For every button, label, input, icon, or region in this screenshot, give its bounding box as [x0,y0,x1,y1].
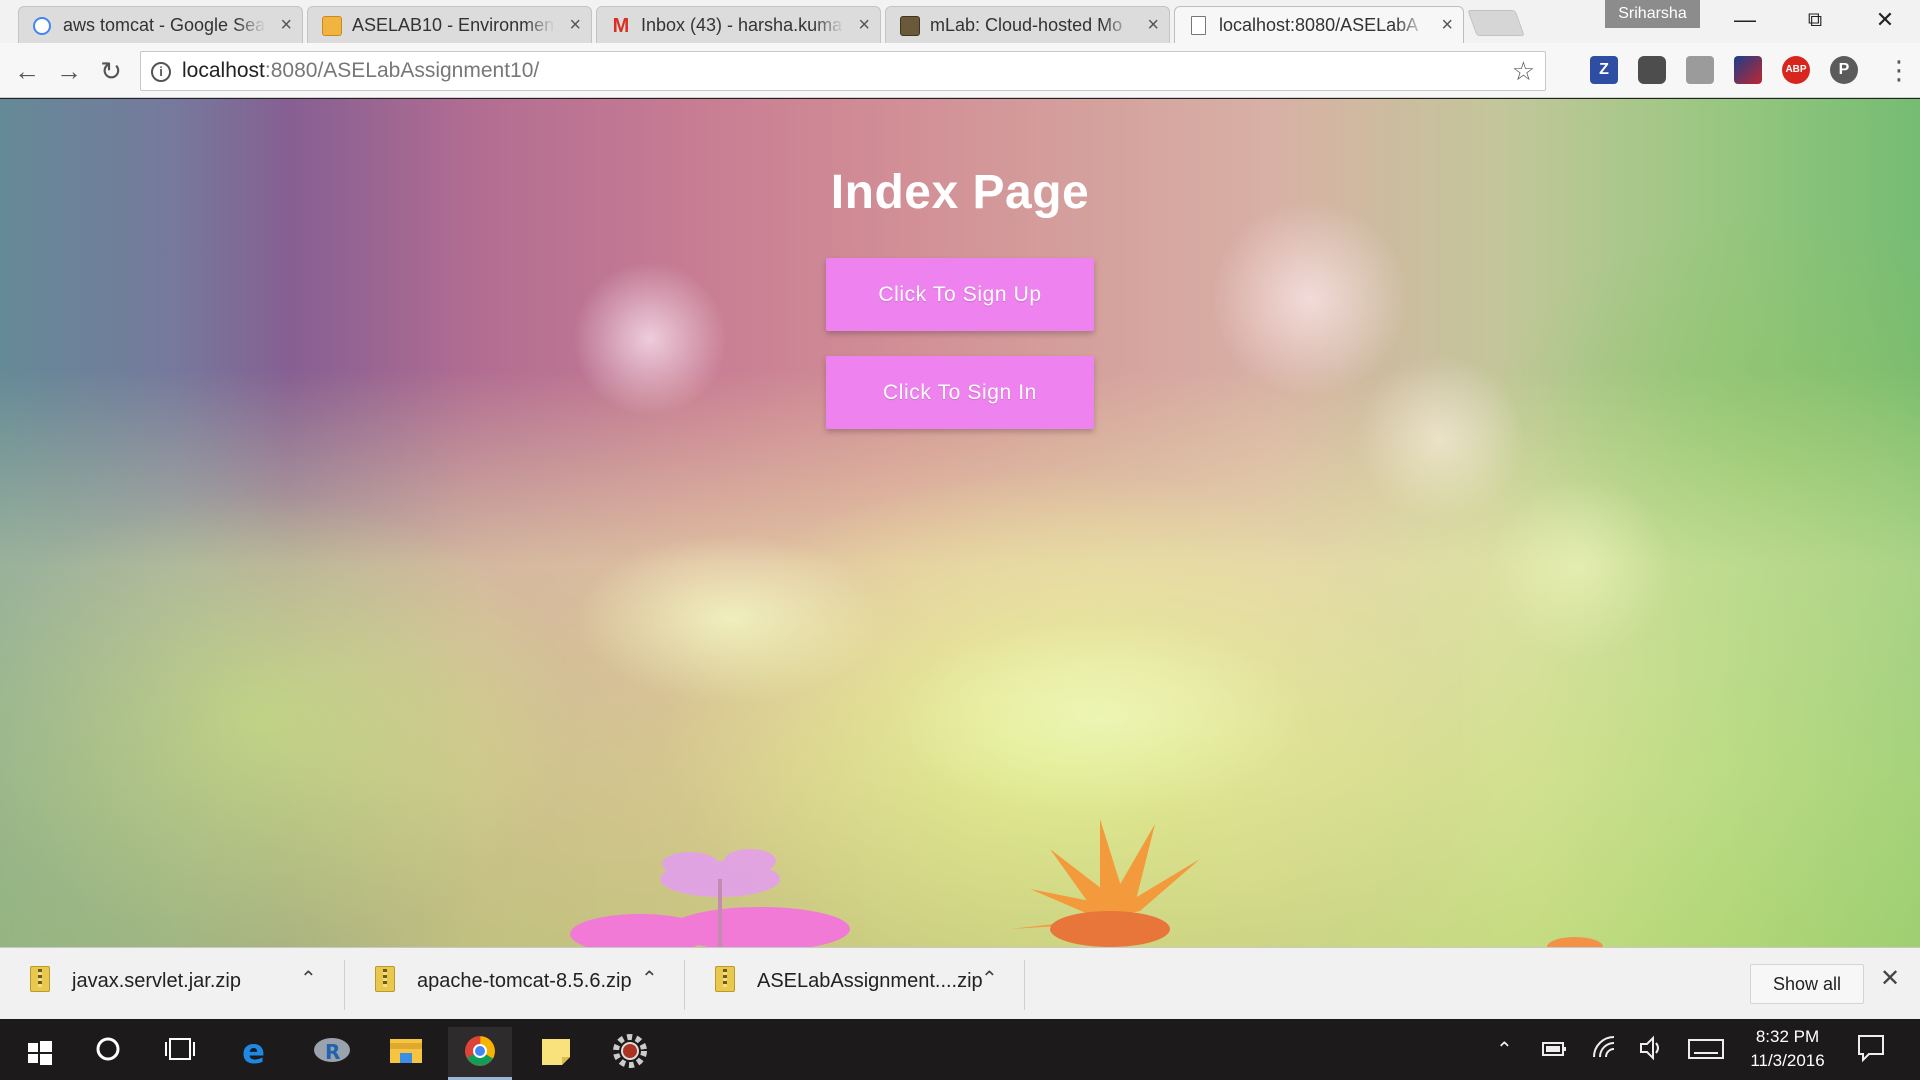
show-all-button[interactable]: Show all [1750,964,1864,1004]
sign-in-button[interactable]: Click To Sign In [826,356,1094,429]
download-bar: javax.servlet.jar.zip ⌃ apache-tomcat-8.… [0,947,1920,1019]
chevron-up-icon[interactable]: ⌃ [981,966,998,991]
minimize-icon[interactable]: — [1710,0,1780,43]
aws-box-icon [322,16,342,36]
edge-browser-icon[interactable]: e [224,1027,288,1080]
keeper-icon[interactable] [1638,56,1666,84]
download-item[interactable]: apache-tomcat-8.5.6.zip ⌃ [345,960,685,1010]
download-filename: javax.servlet.jar.zip [72,970,241,992]
battery-icon[interactable] [1542,1039,1568,1059]
google-icon [33,17,51,35]
close-icon[interactable]: × [1147,7,1159,43]
orange-flower-small-image [1547,937,1603,947]
zotero-icon[interactable]: Z [1590,56,1618,84]
pink-flowers-image [570,849,850,947]
close-icon[interactable]: × [1441,7,1453,43]
windows-taskbar: e R ⌃ 8:32 PM 11/3/2016 [0,1019,1920,1080]
close-icon[interactable]: ✕ [1880,964,1900,993]
keyboard-icon[interactable] [1688,1039,1724,1059]
url-text[interactable]: localhost:8080/ASELabAssignment10/ [182,52,539,90]
background-vignette [0,99,1920,947]
url-host: localhost [182,59,265,82]
close-icon[interactable]: × [569,7,581,43]
back-arrow-icon[interactable]: ← [10,55,44,89]
task-view-icon[interactable] [148,1027,212,1080]
url-path: :8080/ASELabAssignment10/ [264,59,540,82]
tab-label: ASELAB10 - Environment [352,15,555,35]
reload-icon[interactable]: ↻ [94,55,128,89]
tab-localhost-active[interactable]: localhost:8080/ASELabA × [1174,6,1464,43]
tab-label: mLab: Cloud-hosted Mo [930,15,1123,35]
download-filename: apache-tomcat-8.5.6.zip [417,970,632,992]
zip-file-icon [375,966,395,992]
tab-gmail-inbox[interactable]: M Inbox (43) - harsha.kuma × [596,6,881,43]
tab-label: Inbox (43) - harsha.kuma [641,15,843,35]
chevron-up-icon[interactable]: ⌃ [641,966,658,991]
close-icon[interactable]: × [858,7,870,43]
tab-label: aws tomcat - Google Sea [63,15,266,35]
orange-flower-image [1010,819,1200,947]
sign-up-button[interactable]: Click To Sign Up [826,258,1094,331]
pushbullet-icon[interactable]: P [1830,56,1858,84]
window-close-icon[interactable]: ✕ [1850,0,1920,43]
gmail-icon: M [612,15,630,37]
page-title: Index Page [830,166,1090,219]
new-tab-button[interactable] [1467,10,1525,36]
system-clock[interactable]: 8:32 PM 11/3/2016 [1720,1025,1855,1073]
camera-icon[interactable] [1686,56,1714,84]
menu-dots-icon[interactable]: ⋮ [1886,55,1912,86]
profile-name[interactable]: Sriharsha [1605,0,1700,28]
address-bar[interactable]: i localhost:8080/ASELabAssignment10/ ☆ [140,51,1546,91]
action-center-icon[interactable] [1856,1033,1886,1063]
extension-icon[interactable] [1734,56,1762,84]
volume-icon[interactable] [1638,1035,1664,1061]
tab-mlab[interactable]: mLab: Cloud-hosted Mo × [885,6,1170,43]
r-studio-icon[interactable]: R [300,1027,364,1080]
svg-text:R: R [325,1040,340,1064]
settings-gear-icon[interactable] [598,1027,662,1080]
close-icon[interactable]: × [280,7,292,43]
cortana-icon[interactable] [76,1027,140,1080]
zip-file-icon [715,966,735,992]
clock-date: 11/3/2016 [1750,1051,1825,1070]
clock-time: 8:32 PM [1755,1027,1820,1046]
download-item[interactable]: ASELabAssignment....zip ⌃ [685,960,1025,1010]
file-explorer-icon[interactable] [374,1027,438,1080]
chevron-up-icon[interactable]: ⌃ [1496,1037,1513,1062]
browser-toolbar: ← → ↻ i localhost:8080/ASELabAssignment1… [0,43,1920,98]
download-item[interactable]: javax.servlet.jar.zip ⌃ [0,960,345,1010]
page-icon [1191,16,1206,35]
adblock-plus-icon[interactable]: ABP [1782,56,1810,84]
tab-label: localhost:8080/ASELabA [1219,15,1419,35]
chrome-icon[interactable] [448,1027,512,1080]
chevron-up-icon[interactable]: ⌃ [300,966,317,991]
wifi-icon[interactable] [1592,1035,1618,1061]
mlab-icon [900,16,920,36]
forward-arrow-icon[interactable]: → [52,55,86,89]
windows-start-icon[interactable] [4,1027,68,1080]
sticky-notes-icon[interactable] [524,1027,588,1080]
page-viewport: Index Page Click To Sign Up Click To Sig… [0,99,1920,947]
bookmark-star-icon[interactable]: ☆ [1512,56,1535,87]
zip-file-icon [30,966,50,992]
tab-aselab10-environment[interactable]: ASELAB10 - Environment × [307,6,592,43]
download-filename: ASELabAssignment....zip [757,970,983,992]
info-icon[interactable]: i [151,62,171,82]
svg-text:e: e [242,1032,265,1072]
browser-title-bar: aws tomcat - Google Sea × ASELAB10 - Env… [0,0,1920,43]
restore-icon[interactable]: ⧉ [1780,0,1850,43]
tab-aws-tomcat-search[interactable]: aws tomcat - Google Sea × [18,6,303,43]
